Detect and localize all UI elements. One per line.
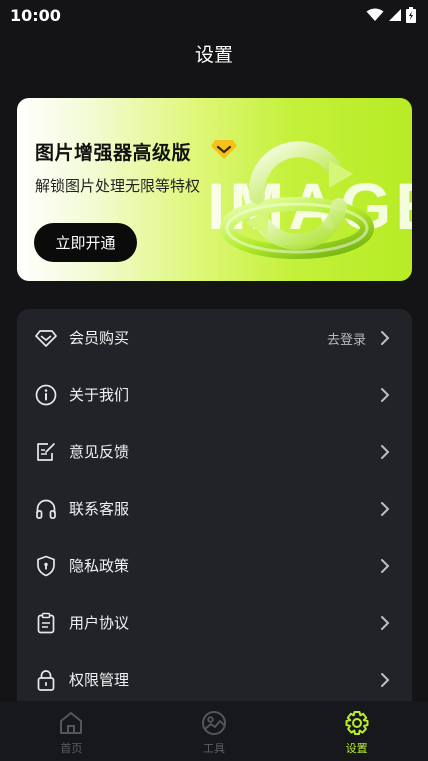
- shield-icon: [37, 555, 55, 577]
- chevron-right-icon: [381, 388, 390, 402]
- menu-item-user-agreement[interactable]: 用户协议: [17, 594, 412, 651]
- page-title: 设置: [194, 44, 233, 66]
- wifi-icon: [366, 8, 384, 21]
- tools-icon: [202, 711, 226, 735]
- menu-item-customer-service[interactable]: 联系客服: [17, 480, 412, 537]
- menu-item-about[interactable]: 关于我们: [17, 366, 412, 423]
- chevron-right-icon: [381, 445, 390, 459]
- menu-item-label: 隐私政策: [69, 557, 130, 575]
- status-bar: 10:00: [0, 0, 428, 30]
- battery-icon: [406, 7, 416, 23]
- login-link[interactable]: 去登录: [327, 329, 366, 348]
- chevron-right-icon: [381, 331, 390, 345]
- status-time: 10:00: [10, 5, 61, 25]
- activate-button[interactable]: 立即开通: [34, 223, 137, 262]
- info-icon: [35, 384, 57, 406]
- tab-label: 工具: [203, 742, 225, 755]
- menu-item-label: 关于我们: [69, 386, 130, 404]
- chevron-right-icon: [381, 673, 390, 687]
- menu-item-privacy[interactable]: 隐私政策: [17, 537, 412, 594]
- chevron-right-icon: [381, 502, 390, 516]
- menu-item-permissions[interactable]: 权限管理: [17, 651, 412, 708]
- home-icon: [60, 712, 83, 734]
- refresh-ring-illustration: [220, 141, 374, 259]
- tab-settings[interactable]: 设置: [285, 701, 428, 761]
- menu-item-label: 会员购买: [69, 329, 130, 347]
- status-icons: [366, 7, 416, 23]
- tab-label: 首页: [60, 742, 83, 755]
- clipboard-icon: [37, 612, 55, 634]
- banner-title: 图片增强器高级版: [35, 142, 192, 164]
- menu-item-feedback[interactable]: 意见反馈: [17, 423, 412, 480]
- bottom-tab-bar: 首页 工具 设置: [0, 701, 428, 761]
- premium-banner[interactable]: IMAGE 图片增强器高级版 解锁图片处理无限等特权 立即开通: [17, 98, 412, 281]
- menu-item-label: 意见反馈: [69, 443, 130, 461]
- menu-item-label: 权限管理: [69, 671, 130, 689]
- signal-icon: [389, 9, 401, 21]
- settings-menu: 会员购买 去登录 关于我们 意见反馈 联系客服 隐私政策 用户协议 权限管理: [17, 309, 412, 729]
- headphones-icon: [36, 499, 56, 519]
- menu-item-membership[interactable]: 会员购买 去登录: [17, 309, 412, 366]
- tab-home[interactable]: 首页: [0, 701, 143, 761]
- tab-tools[interactable]: 工具: [143, 701, 286, 761]
- feedback-icon: [37, 443, 55, 461]
- tab-label: 设置: [345, 742, 368, 755]
- chevron-right-icon: [381, 559, 390, 573]
- menu-item-label: 用户协议: [69, 614, 130, 632]
- vip-badge-icon: [211, 140, 237, 159]
- menu-item-label: 联系客服: [69, 500, 130, 518]
- settings-icon: [345, 711, 369, 735]
- lock-icon: [37, 670, 55, 691]
- chevron-right-icon: [381, 616, 390, 630]
- diamond-icon: [35, 330, 57, 347]
- banner-subtitle: 解锁图片处理无限等特权: [35, 177, 201, 195]
